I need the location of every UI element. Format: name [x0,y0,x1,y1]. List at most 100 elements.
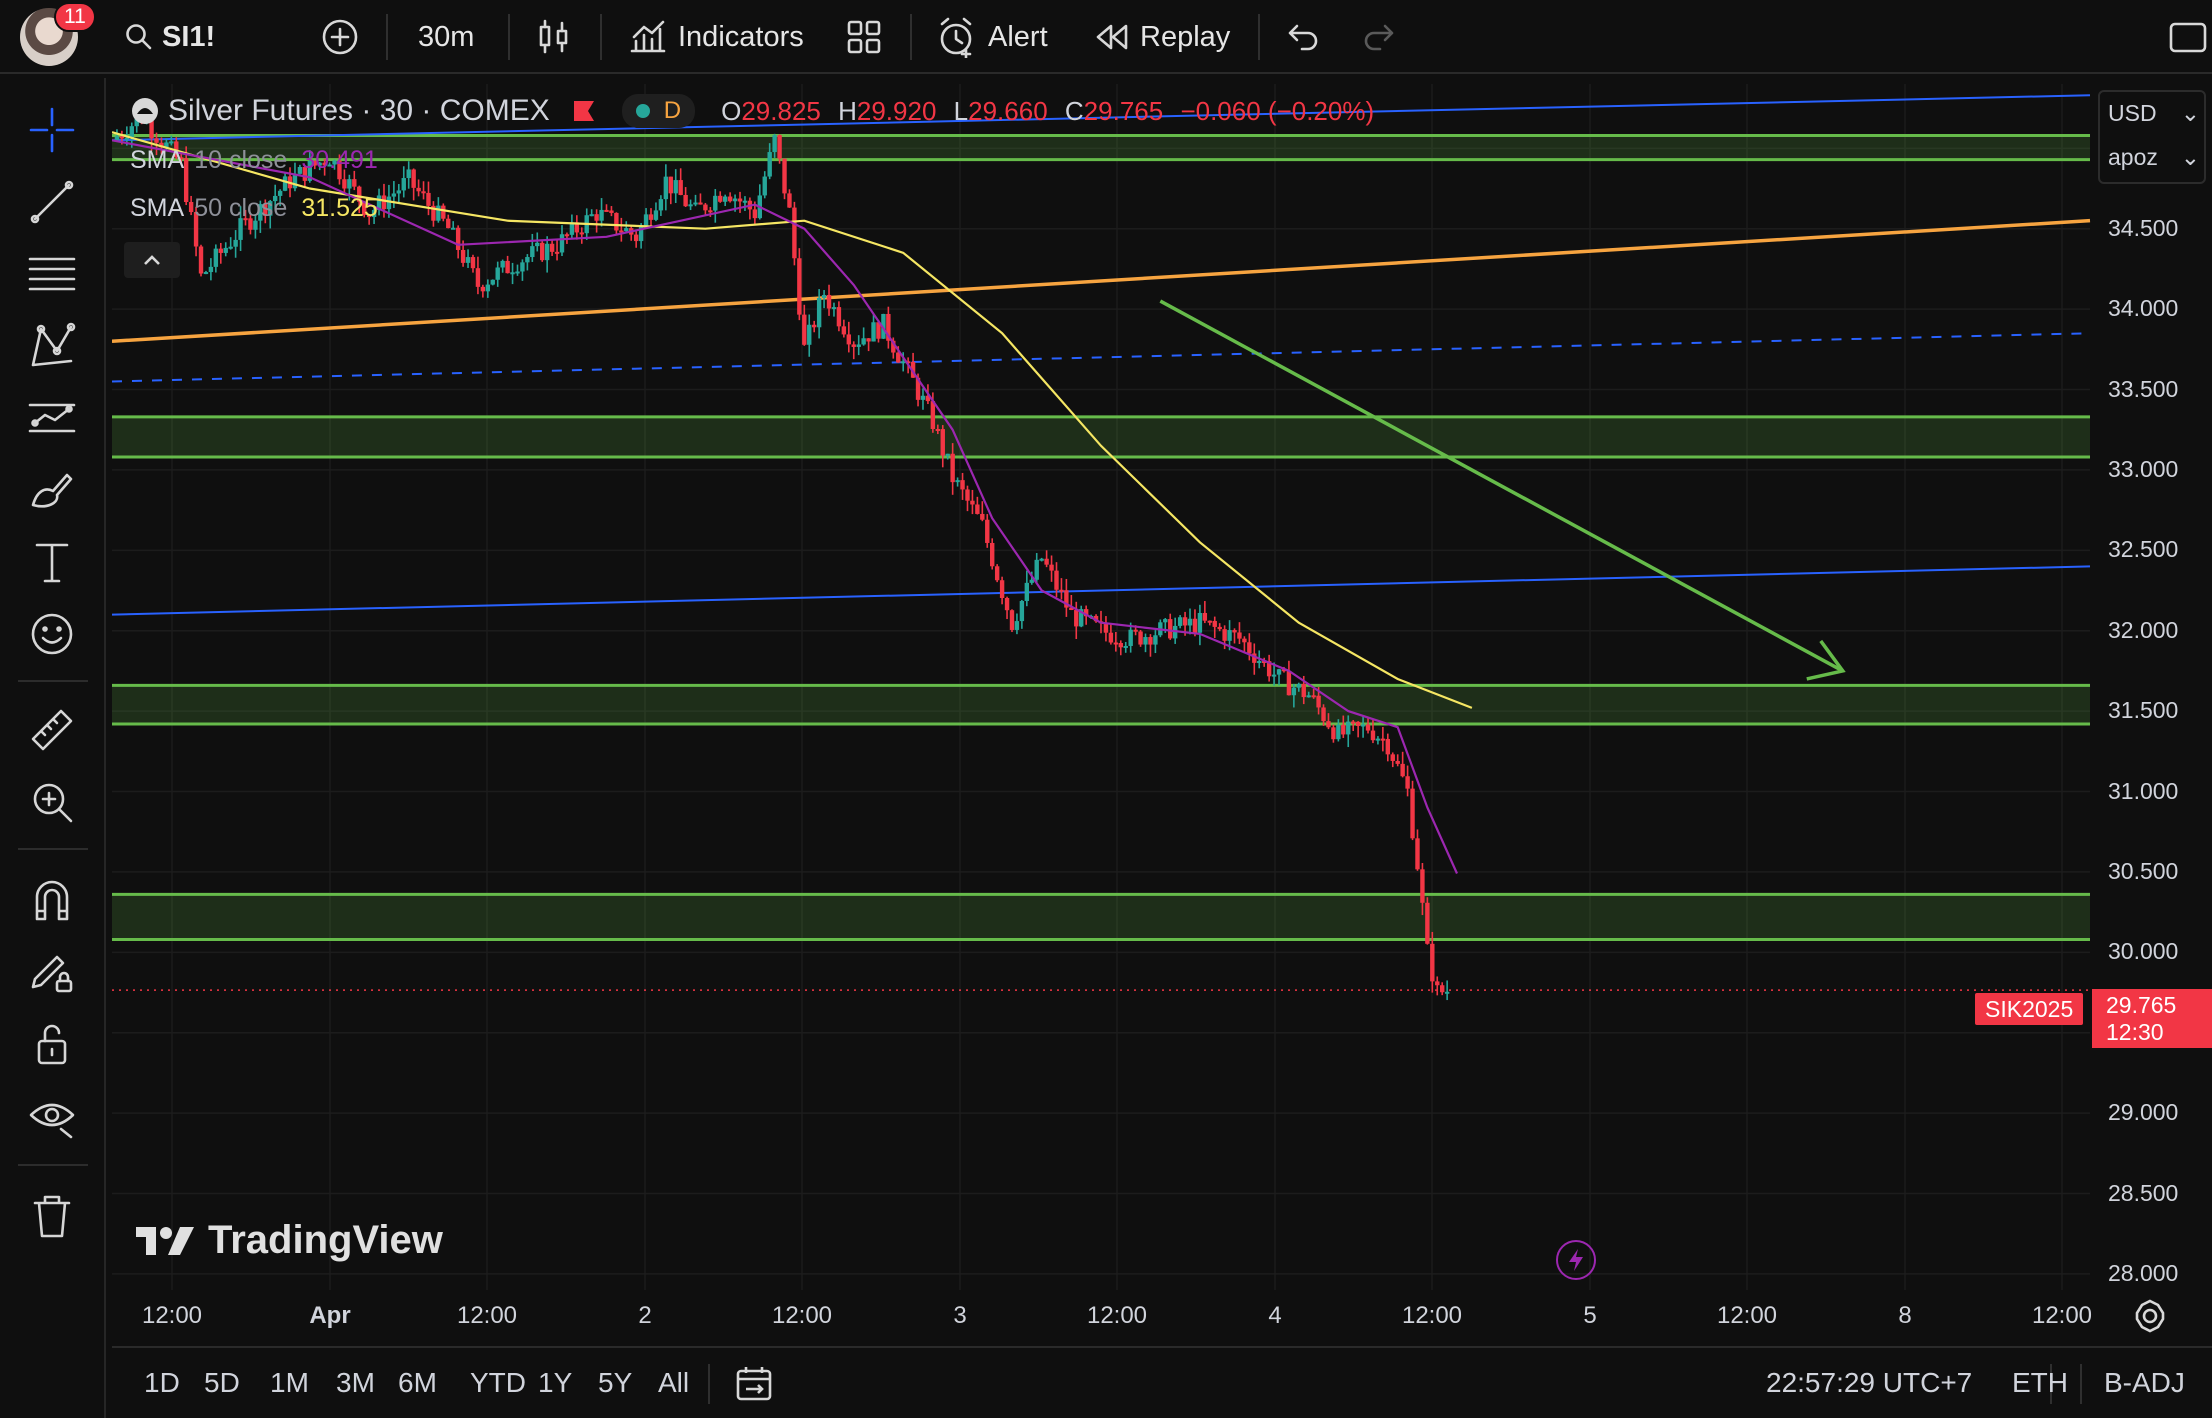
range-button-1m[interactable]: 1M [270,1348,309,1418]
zoom-in-icon [33,783,73,823]
collapse-legend-button[interactable] [124,242,180,278]
candle-body [935,428,941,431]
crosshair-tool[interactable] [26,104,78,156]
pattern-tool[interactable] [26,320,78,372]
candle-body [386,196,392,210]
chart-pane[interactable] [112,84,2212,1334]
range-button-3m[interactable]: 3M [336,1348,375,1418]
candle-body [980,513,985,520]
layout-button[interactable] [846,0,882,74]
candle-body [614,212,619,231]
redo-button[interactable] [1362,0,1396,74]
hide-drawings-button[interactable] [26,1090,78,1142]
sma50-legend[interactable]: SMA 50 close 31.525 [130,194,378,223]
candle-body [797,258,802,315]
session-button[interactable]: ETH [2012,1348,2068,1418]
close-value: 29.765 [1083,95,1164,126]
candle-body [831,307,837,310]
candle-body [653,210,659,220]
adjustment-button[interactable]: B-ADJ [2104,1348,2185,1418]
text-icon [35,543,69,583]
blue-dashed-line [112,332,2091,383]
fullscreen-button[interactable] [2168,0,2208,74]
scale-mode-dropdown[interactable]: apoz ⌄ [2108,144,2200,171]
candle-body [1004,598,1010,611]
lock-drawings-button[interactable] [26,1018,78,1070]
fib-tool[interactable] [26,248,78,300]
interval-button[interactable]: 30m [418,0,474,74]
range-button-ytd[interactable]: YTD [470,1348,526,1418]
candle-body [821,294,827,298]
series-legend[interactable]: Silver Futures · 30 · COMEX D O29.825 H2… [130,94,1374,128]
go-to-date-button[interactable] [734,1348,774,1418]
candle-body [406,169,411,179]
currency-selector[interactable]: USD ⌄ apoz ⌄ [2098,90,2206,184]
bar-countdown: 12:30 [2106,1019,2164,1045]
timezone-button[interactable]: 22:57:29 UTC+7 [1766,1348,1972,1418]
candle-body [505,260,510,274]
trend-line-tool[interactable] [26,176,78,228]
event-marker[interactable] [1556,1240,1596,1280]
indicators-button[interactable]: Indicators [628,0,804,74]
undo-button[interactable] [1286,0,1320,74]
price-axis[interactable]: 35.00034.50034.00033.50033.00032.50032.0… [2090,84,2212,1314]
measure-tool[interactable] [26,704,78,756]
candle-body [485,284,491,292]
top-toolbar: 11 SI1! 30m Indicators Alert Replay [0,0,2212,74]
candle-body [624,228,629,232]
candle-body [1301,683,1306,698]
sma50-params: 50 close [194,194,288,222]
sma10-legend[interactable]: SMA 10 close 30.491 [130,146,378,175]
candle-body [1425,902,1430,944]
symbol-search-button[interactable]: SI1! [124,0,215,74]
chart-type-button[interactable] [536,0,572,74]
text-tool[interactable] [26,536,78,588]
currency-dropdown[interactable]: USD ⌄ [2108,100,2200,127]
range-button-5y[interactable]: 5Y [598,1348,632,1418]
price-tick-label: 30.500 [2108,857,2179,884]
compare-symbol-button[interactable] [320,0,360,74]
range-button-5d[interactable]: 5D [204,1348,240,1418]
candle-body [851,344,856,347]
time-tick-label: 12:00 [771,1302,833,1329]
price-chart[interactable] [112,84,2212,1334]
alert-button[interactable]: Alert [936,0,1048,74]
candle-body [955,480,960,483]
candle-body [1286,670,1292,696]
range-button-all[interactable]: All [658,1348,689,1418]
candle-body [1331,727,1336,740]
axis-settings-button[interactable] [2130,1296,2170,1341]
candle-body [1138,631,1143,645]
candle-body [802,314,807,345]
candle-body [203,272,209,275]
range-button-1d[interactable]: 1D [144,1348,180,1418]
chevron-down-icon: ⌄ [2180,100,2200,126]
forecast-tool[interactable] [26,392,78,444]
candle-body [787,193,792,208]
candle-body [683,194,688,207]
stay-in-drawing-mode-button[interactable] [26,946,78,998]
candle-body [599,209,604,221]
replay-button[interactable]: Replay [1094,0,1230,74]
time-tick-label: 12:00 [1716,1302,1778,1329]
remove-drawings-button[interactable] [26,1190,78,1242]
market-status-pill[interactable]: D [621,94,696,128]
brush-tool[interactable] [26,464,78,516]
candle-body [1375,738,1381,741]
time-tick-label: 12:00 [141,1302,203,1329]
flag-icon[interactable] [570,97,598,125]
low-value: 29.660 [968,95,1048,126]
magnet-mode-button[interactable] [26,874,78,926]
emoji-tool[interactable] [26,608,78,660]
candle-body [782,158,787,194]
window-icon [2169,22,2207,53]
candle-body [1187,618,1193,626]
range-button-6m[interactable]: 6M [398,1348,437,1418]
candle-body [169,141,174,144]
zoom-tool[interactable] [26,776,78,828]
candle-body [1059,589,1064,592]
green-arrow-line [1159,299,1844,673]
time-axis[interactable]: 12:00 Apr 12:00 2 12:00 3 12:00 4 12:00 5 12:00 8 12… [112,1290,2092,1340]
range-button-1y[interactable]: 1Y [538,1348,572,1418]
candle-body [975,504,980,514]
